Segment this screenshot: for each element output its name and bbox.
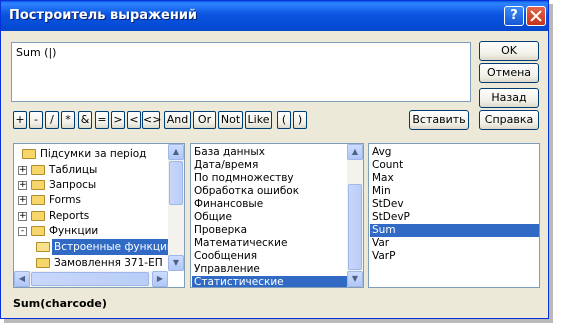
tree-item-label: Таблицы (49, 164, 98, 176)
operator-plus-button[interactable]: + (13, 111, 27, 129)
operator-not-button[interactable]: Not (218, 111, 243, 129)
tree-horizontal-scrollbar[interactable]: ◀ ▶ (14, 271, 168, 287)
list-item[interactable]: Min (372, 185, 391, 198)
operator-greater-button[interactable]: > (111, 111, 125, 129)
operator-minus-button[interactable]: - (29, 111, 43, 129)
back-button[interactable]: Назад (479, 88, 539, 108)
list-item[interactable]: База данных (194, 146, 265, 159)
folder-icon (31, 165, 45, 175)
tree-item-label: Reports (49, 210, 90, 222)
scroll-thumb[interactable] (169, 161, 183, 205)
operator-divide-button[interactable]: / (45, 111, 59, 129)
category-vertical-scrollbar[interactable]: ▲ ▼ (347, 144, 363, 287)
folder-icon (31, 211, 45, 221)
window-title: Построитель выражений (9, 8, 198, 23)
category-list[interactable]: База данных Дата/время По подмножеству О… (190, 143, 364, 288)
list-item[interactable]: Avg (372, 146, 391, 159)
operator-open-paren-button[interactable]: ( (277, 111, 291, 129)
folder-icon (31, 180, 45, 190)
folder-icon (31, 226, 45, 236)
list-item[interactable]: Управление (194, 263, 260, 276)
list-item[interactable]: По подмножеству (194, 172, 294, 185)
list-item[interactable]: Дата/время (194, 159, 258, 172)
expand-icon[interactable]: + (18, 166, 27, 175)
tree-item-label: Підсумки за період (40, 148, 147, 160)
title-bar[interactable]: Построитель выражений ? (1, 1, 548, 31)
cancel-button[interactable]: Отмена (479, 63, 539, 83)
list-item[interactable]: Count (372, 159, 403, 172)
tree-item-label: Функции (49, 225, 99, 237)
help-icon[interactable]: ? (504, 6, 524, 26)
scroll-left-icon[interactable]: ◀ (14, 271, 30, 287)
tree-item-label: Forms (49, 194, 81, 206)
operator-equals-button[interactable]: = (95, 111, 109, 129)
tree-item-label: Встроенные функции (52, 239, 176, 255)
scroll-up-icon[interactable]: ▲ (347, 144, 363, 160)
expression-input[interactable]: Sum (|) (11, 42, 471, 102)
operator-and-button[interactable]: And (164, 111, 191, 129)
operator-concat-button[interactable]: & (78, 111, 92, 129)
collapse-icon[interactable]: - (18, 227, 27, 236)
object-tree[interactable]: Підсумки за період + Таблицы + Запросы +… (13, 143, 185, 288)
scroll-thumb[interactable] (348, 184, 362, 270)
scroll-up-icon[interactable]: ▲ (168, 144, 184, 160)
operator-not-equal-button[interactable]: <> (142, 111, 161, 129)
ok-button[interactable]: OK (479, 41, 539, 61)
list-item[interactable]: Обработка ошибок (194, 185, 299, 198)
expand-icon[interactable]: + (18, 196, 27, 205)
function-list[interactable]: Avg Count Max Min StDev StDevP Sum Var V… (368, 143, 540, 288)
operator-multiply-button[interactable]: * (61, 111, 75, 129)
list-item[interactable]: StDevP (372, 211, 410, 224)
help-button[interactable]: Справка (479, 110, 539, 130)
list-item[interactable]: Max (372, 172, 394, 185)
operator-or-button[interactable]: Or (193, 111, 216, 129)
list-item[interactable]: Сообщения (194, 250, 257, 263)
tree-vertical-scrollbar[interactable]: ▲ ▼ (168, 144, 184, 271)
list-item[interactable]: Математические (194, 237, 287, 250)
operator-less-button[interactable]: < (127, 111, 141, 129)
expression-builder-dialog: Построитель выражений ? Sum (|) OK Отмен… (0, 0, 549, 319)
scroll-right-icon[interactable]: ▶ (152, 271, 168, 287)
list-item-selected[interactable]: Статистические (192, 276, 349, 287)
folder-icon (22, 149, 36, 159)
tree-item-label: Замовлення 371-ЕП (54, 257, 163, 269)
list-item[interactable]: Var (372, 237, 389, 250)
window-shadow-right (549, 4, 553, 322)
scroll-down-icon[interactable]: ▼ (168, 255, 184, 271)
list-item[interactable]: Общие (194, 211, 232, 224)
tree-item-label: Запросы (49, 179, 97, 191)
expand-icon[interactable]: + (18, 212, 27, 221)
folder-icon (36, 258, 50, 268)
operator-close-paren-button[interactable]: ) (293, 111, 307, 129)
function-syntax-label: Sum(charcode) (13, 297, 107, 310)
scroll-down-icon[interactable]: ▼ (347, 271, 363, 287)
list-item-selected[interactable]: Sum (370, 224, 539, 237)
open-folder-icon (36, 242, 50, 252)
scroll-thumb[interactable] (31, 272, 149, 286)
folder-icon (31, 195, 45, 205)
list-item[interactable]: Проверка (194, 224, 247, 237)
close-icon[interactable] (526, 6, 546, 26)
expand-icon[interactable]: + (18, 181, 27, 190)
list-item[interactable]: Финансовые (194, 198, 263, 211)
window-shadow-bottom (4, 319, 553, 323)
list-item[interactable]: StDev (372, 198, 404, 211)
insert-button[interactable]: Вставить (409, 110, 469, 130)
operator-like-button[interactable]: Like (245, 111, 272, 129)
list-item[interactable]: VarP (372, 250, 395, 263)
